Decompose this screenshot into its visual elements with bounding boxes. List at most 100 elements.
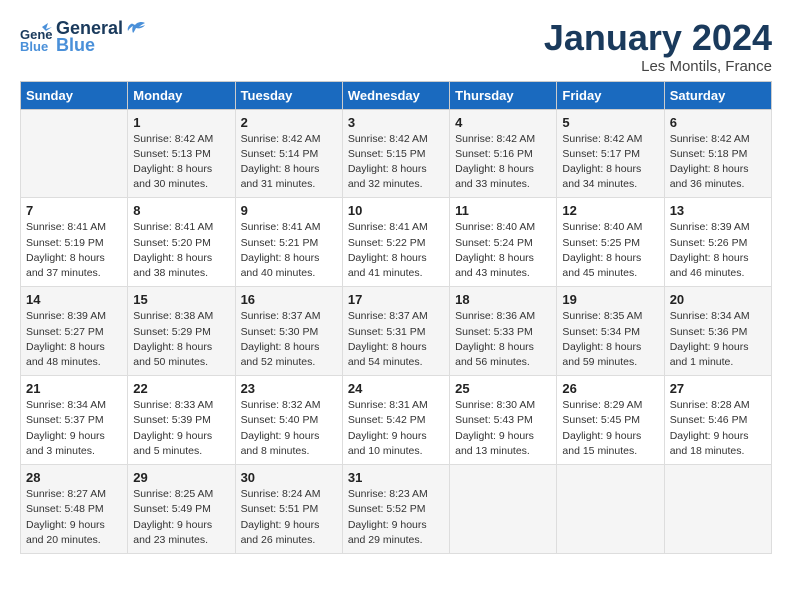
sunrise-text: Sunrise: 8:32 AM bbox=[241, 399, 321, 411]
cell-content: Sunrise: 8:42 AM Sunset: 5:15 PM Dayligh… bbox=[348, 132, 444, 193]
day-number: 11 bbox=[455, 203, 551, 218]
day-number: 24 bbox=[348, 381, 444, 396]
calendar-cell: 24 Sunrise: 8:31 AM Sunset: 5:42 PM Dayl… bbox=[342, 376, 449, 465]
sunset-text: Sunset: 5:42 PM bbox=[348, 414, 426, 426]
sunset-text: Sunset: 5:39 PM bbox=[133, 414, 211, 426]
sunset-text: Sunset: 5:18 PM bbox=[670, 148, 748, 160]
sunrise-text: Sunrise: 8:35 AM bbox=[562, 310, 642, 322]
cell-content: Sunrise: 8:38 AM Sunset: 5:29 PM Dayligh… bbox=[133, 309, 229, 370]
sunrise-text: Sunrise: 8:34 AM bbox=[26, 399, 106, 411]
weekday-header: Sunday bbox=[21, 81, 128, 109]
calendar-week-row: 21 Sunrise: 8:34 AM Sunset: 5:37 PM Dayl… bbox=[21, 376, 772, 465]
sunset-text: Sunset: 5:52 PM bbox=[348, 503, 426, 515]
sunset-text: Sunset: 5:36 PM bbox=[670, 326, 748, 338]
daylight-text: Daylight: 8 hours and 40 minutes. bbox=[241, 252, 320, 279]
subtitle: Les Montils, France bbox=[544, 58, 772, 75]
page-container: General Blue General Blue January 2024 L… bbox=[0, 0, 792, 564]
sunrise-text: Sunrise: 8:42 AM bbox=[562, 133, 642, 145]
day-number: 20 bbox=[670, 292, 766, 307]
header-row: SundayMondayTuesdayWednesdayThursdayFrid… bbox=[21, 81, 772, 109]
day-number: 31 bbox=[348, 470, 444, 485]
day-number: 23 bbox=[241, 381, 337, 396]
calendar-cell: 25 Sunrise: 8:30 AM Sunset: 5:43 PM Dayl… bbox=[450, 376, 557, 465]
sunrise-text: Sunrise: 8:42 AM bbox=[670, 133, 750, 145]
sunrise-text: Sunrise: 8:40 AM bbox=[562, 221, 642, 233]
sunrise-text: Sunrise: 8:41 AM bbox=[241, 221, 321, 233]
day-number: 30 bbox=[241, 470, 337, 485]
sunset-text: Sunset: 5:19 PM bbox=[26, 237, 104, 249]
day-number: 26 bbox=[562, 381, 658, 396]
calendar-cell: 21 Sunrise: 8:34 AM Sunset: 5:37 PM Dayl… bbox=[21, 376, 128, 465]
daylight-text: Daylight: 9 hours and 3 minutes. bbox=[26, 430, 105, 457]
weekday-header: Friday bbox=[557, 81, 664, 109]
sunrise-text: Sunrise: 8:38 AM bbox=[133, 310, 213, 322]
calendar-cell bbox=[450, 465, 557, 554]
daylight-text: Daylight: 8 hours and 59 minutes. bbox=[562, 341, 641, 368]
day-number: 1 bbox=[133, 115, 229, 130]
daylight-text: Daylight: 9 hours and 18 minutes. bbox=[670, 430, 749, 457]
cell-content: Sunrise: 8:39 AM Sunset: 5:26 PM Dayligh… bbox=[670, 220, 766, 281]
cell-content: Sunrise: 8:41 AM Sunset: 5:19 PM Dayligh… bbox=[26, 220, 122, 281]
logo: General Blue General Blue bbox=[20, 18, 145, 56]
cell-content: Sunrise: 8:30 AM Sunset: 5:43 PM Dayligh… bbox=[455, 398, 551, 459]
cell-content: Sunrise: 8:24 AM Sunset: 5:51 PM Dayligh… bbox=[241, 487, 337, 548]
calendar-cell: 4 Sunrise: 8:42 AM Sunset: 5:16 PM Dayli… bbox=[450, 109, 557, 198]
calendar-cell: 8 Sunrise: 8:41 AM Sunset: 5:20 PM Dayli… bbox=[128, 198, 235, 287]
calendar-cell: 7 Sunrise: 8:41 AM Sunset: 5:19 PM Dayli… bbox=[21, 198, 128, 287]
calendar-cell: 15 Sunrise: 8:38 AM Sunset: 5:29 PM Dayl… bbox=[128, 287, 235, 376]
calendar-cell: 16 Sunrise: 8:37 AM Sunset: 5:30 PM Dayl… bbox=[235, 287, 342, 376]
sunset-text: Sunset: 5:48 PM bbox=[26, 503, 104, 515]
calendar-cell: 27 Sunrise: 8:28 AM Sunset: 5:46 PM Dayl… bbox=[664, 376, 771, 465]
day-number: 16 bbox=[241, 292, 337, 307]
cell-content: Sunrise: 8:28 AM Sunset: 5:46 PM Dayligh… bbox=[670, 398, 766, 459]
sunset-text: Sunset: 5:37 PM bbox=[26, 414, 104, 426]
day-number: 10 bbox=[348, 203, 444, 218]
sunrise-text: Sunrise: 8:30 AM bbox=[455, 399, 535, 411]
daylight-text: Daylight: 8 hours and 37 minutes. bbox=[26, 252, 105, 279]
day-number: 28 bbox=[26, 470, 122, 485]
sunrise-text: Sunrise: 8:29 AM bbox=[562, 399, 642, 411]
sunset-text: Sunset: 5:27 PM bbox=[26, 326, 104, 338]
sunset-text: Sunset: 5:29 PM bbox=[133, 326, 211, 338]
cell-content: Sunrise: 8:41 AM Sunset: 5:21 PM Dayligh… bbox=[241, 220, 337, 281]
daylight-text: Daylight: 9 hours and 10 minutes. bbox=[348, 430, 427, 457]
calendar-cell: 18 Sunrise: 8:36 AM Sunset: 5:33 PM Dayl… bbox=[450, 287, 557, 376]
day-number: 15 bbox=[133, 292, 229, 307]
sunrise-text: Sunrise: 8:24 AM bbox=[241, 488, 321, 500]
daylight-text: Daylight: 8 hours and 30 minutes. bbox=[133, 163, 212, 190]
sunset-text: Sunset: 5:40 PM bbox=[241, 414, 319, 426]
daylight-text: Daylight: 9 hours and 8 minutes. bbox=[241, 430, 320, 457]
cell-content: Sunrise: 8:41 AM Sunset: 5:22 PM Dayligh… bbox=[348, 220, 444, 281]
daylight-text: Daylight: 9 hours and 29 minutes. bbox=[348, 519, 427, 546]
sunset-text: Sunset: 5:51 PM bbox=[241, 503, 319, 515]
sunrise-text: Sunrise: 8:37 AM bbox=[348, 310, 428, 322]
daylight-text: Daylight: 8 hours and 34 minutes. bbox=[562, 163, 641, 190]
cell-content: Sunrise: 8:42 AM Sunset: 5:13 PM Dayligh… bbox=[133, 132, 229, 193]
sunset-text: Sunset: 5:49 PM bbox=[133, 503, 211, 515]
day-number: 12 bbox=[562, 203, 658, 218]
sunrise-text: Sunrise: 8:41 AM bbox=[133, 221, 213, 233]
day-number: 4 bbox=[455, 115, 551, 130]
calendar-cell: 5 Sunrise: 8:42 AM Sunset: 5:17 PM Dayli… bbox=[557, 109, 664, 198]
sunrise-text: Sunrise: 8:42 AM bbox=[455, 133, 535, 145]
calendar-cell: 17 Sunrise: 8:37 AM Sunset: 5:31 PM Dayl… bbox=[342, 287, 449, 376]
sunrise-text: Sunrise: 8:27 AM bbox=[26, 488, 106, 500]
day-number: 22 bbox=[133, 381, 229, 396]
sunrise-text: Sunrise: 8:31 AM bbox=[348, 399, 428, 411]
cell-content: Sunrise: 8:35 AM Sunset: 5:34 PM Dayligh… bbox=[562, 309, 658, 370]
day-number: 17 bbox=[348, 292, 444, 307]
sunset-text: Sunset: 5:34 PM bbox=[562, 326, 640, 338]
daylight-text: Daylight: 8 hours and 56 minutes. bbox=[455, 341, 534, 368]
calendar-table: SundayMondayTuesdayWednesdayThursdayFrid… bbox=[20, 81, 772, 554]
daylight-text: Daylight: 9 hours and 5 minutes. bbox=[133, 430, 212, 457]
sunrise-text: Sunrise: 8:42 AM bbox=[241, 133, 321, 145]
sunrise-text: Sunrise: 8:34 AM bbox=[670, 310, 750, 322]
daylight-text: Daylight: 8 hours and 43 minutes. bbox=[455, 252, 534, 279]
header: General Blue General Blue January 2024 L… bbox=[20, 18, 772, 75]
daylight-text: Daylight: 9 hours and 13 minutes. bbox=[455, 430, 534, 457]
calendar-cell: 9 Sunrise: 8:41 AM Sunset: 5:21 PM Dayli… bbox=[235, 198, 342, 287]
cell-content: Sunrise: 8:37 AM Sunset: 5:31 PM Dayligh… bbox=[348, 309, 444, 370]
calendar-cell: 29 Sunrise: 8:25 AM Sunset: 5:49 PM Dayl… bbox=[128, 465, 235, 554]
calendar-cell: 11 Sunrise: 8:40 AM Sunset: 5:24 PM Dayl… bbox=[450, 198, 557, 287]
day-number: 3 bbox=[348, 115, 444, 130]
